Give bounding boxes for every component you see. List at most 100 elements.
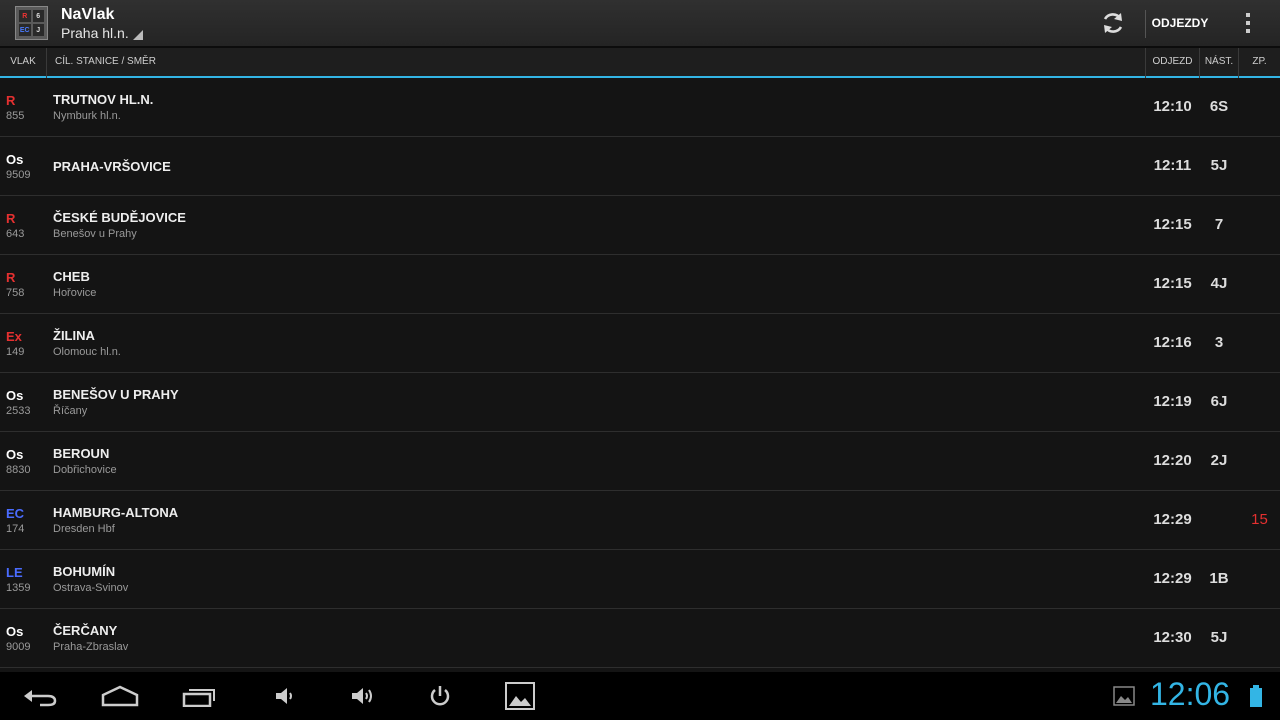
via-station: Říčany <box>53 405 88 417</box>
train-number: 174 <box>6 523 25 535</box>
screenshot-button[interactable] <box>500 680 540 712</box>
train-number: 855 <box>6 110 25 122</box>
column-train[interactable]: VLAK <box>0 48 46 76</box>
delay-minutes <box>1239 432 1280 490</box>
destination-station: BEROUN <box>53 446 110 461</box>
overflow-menu-icon[interactable] <box>1232 0 1264 46</box>
app-logo-letter: J <box>32 24 44 36</box>
volume-down-button[interactable] <box>264 680 304 712</box>
delay-minutes <box>1239 314 1280 372</box>
departure-time: 12:29 <box>1153 570 1192 587</box>
platform: 5J <box>1210 629 1228 646</box>
app-logo-icon[interactable]: R 6 EC J <box>15 6 48 40</box>
platform <box>1200 491 1238 549</box>
train-number: 9509 <box>6 169 31 181</box>
dropdown-triangle-icon <box>132 30 143 40</box>
departure-time: 12:30 <box>1153 629 1192 646</box>
via-station: Dobřichovice <box>53 464 117 476</box>
volume-down-icon <box>276 688 292 704</box>
departure-row[interactable]: LE 1359 BOHUMÍN Ostrava-Svinov 12:29 1B <box>0 550 1280 609</box>
train-type: R <box>6 93 16 108</box>
departure-row[interactable]: R 855 TRUTNOV HL.N. Nymburk hl.n. 12:10 6S <box>0 78 1280 137</box>
column-destination[interactable]: CÍL. STANICE / SMĚR <box>55 48 156 76</box>
platform: 2J <box>1210 452 1228 469</box>
departure-row[interactable]: Os 8830 BEROUN Dobřichovice 12:20 2J <box>0 432 1280 491</box>
destination-station: BENEŠOV U PRAHY <box>53 387 179 402</box>
back-icon <box>24 690 57 707</box>
departure-time: 12:29 <box>1153 511 1192 528</box>
departure-row[interactable]: Os 9009 ČERČANY Praha-Zbraslav 12:30 5J <box>0 609 1280 668</box>
delay-minutes <box>1239 196 1280 254</box>
via-station: Praha-Zbraslav <box>53 641 129 653</box>
departures-mode-button[interactable]: ODJEZDY <box>1146 0 1214 46</box>
train-number: 1359 <box>6 582 31 594</box>
departure-row[interactable]: EC 174 HAMBURG-ALTONA Dresden Hbf 12:29 15 <box>0 491 1280 550</box>
train-number: 758 <box>6 287 25 299</box>
departure-time: 12:15 <box>1153 216 1192 233</box>
train-type: Os <box>6 447 24 462</box>
train-type: R <box>6 211 16 226</box>
train-type: Os <box>6 152 24 167</box>
station-dropdown[interactable]: Praha hl.n. <box>61 25 143 41</box>
platform: 3 <box>1214 334 1224 351</box>
app-logo-letter: 6 <box>32 10 44 22</box>
gallery-notification[interactable] <box>1104 680 1144 712</box>
departures-list[interactable]: R 855 TRUTNOV HL.N. Nymburk hl.n. 12:10 6S Os 9… <box>0 78 1280 668</box>
column-header: VLAK CÍL. STANICE / SMĚR ODJEZD NÁST. ZP… <box>0 48 1280 78</box>
destination-station: ČESKÉ BUDĚJOVICE <box>53 210 186 225</box>
train-type: EC <box>6 506 25 521</box>
train-type: Os <box>6 624 24 639</box>
destination-station: CHEB <box>53 269 90 284</box>
delay-minutes: 15 <box>1251 511 1268 528</box>
home-button[interactable] <box>100 680 140 712</box>
platform: 7 <box>1214 216 1224 233</box>
app-logo-letter: EC <box>19 24 31 36</box>
action-bar: R 6 EC J NaVlak Praha hl.n. ODJEZDY <box>0 0 1280 48</box>
train-type: LE <box>6 565 23 580</box>
departure-row[interactable]: R 643 ČESKÉ BUDĚJOVICE Benešov u Prahy 12:15… <box>0 196 1280 255</box>
delay-minutes <box>1239 550 1280 608</box>
departure-time: 12:20 <box>1153 452 1192 469</box>
destination-station: ČERČANY <box>53 623 118 638</box>
refresh-icon <box>1103 13 1123 33</box>
column-departure[interactable]: ODJEZD <box>1146 48 1199 76</box>
gallery-notification-icon <box>1113 686 1135 706</box>
screenshot-icon <box>505 682 535 710</box>
departure-row[interactable]: Ex 149 ŽILINA Olomouc hl.n. 12:16 3 <box>0 314 1280 373</box>
via-station: Hořovice <box>53 287 97 299</box>
refresh-button[interactable] <box>1092 0 1134 46</box>
departure-row[interactable]: R 758 CHEB Hořovice 12:15 4J <box>0 255 1280 314</box>
battery-indicator <box>1236 680 1276 712</box>
destination-station: TRUTNOV HL.N. <box>53 92 154 107</box>
volume-up-icon <box>352 688 372 704</box>
column-platform[interactable]: NÁST. <box>1200 48 1238 76</box>
recent-apps-button[interactable] <box>180 680 220 712</box>
train-number: 9009 <box>6 641 31 653</box>
power-icon <box>430 686 450 706</box>
delay-minutes <box>1239 137 1280 195</box>
departure-time: 12:11 <box>1153 157 1192 174</box>
departure-time: 12:19 <box>1153 393 1192 410</box>
back-button[interactable] <box>20 680 60 712</box>
delay-minutes <box>1239 609 1280 667</box>
destination-station: BOHUMÍN <box>53 564 116 579</box>
via-station: Nymburk hl.n. <box>53 110 121 122</box>
via-station: Ostrava-Svinov <box>53 582 129 594</box>
battery-icon <box>1250 685 1262 707</box>
destination-station: HAMBURG-ALTONA <box>53 505 179 520</box>
departure-row[interactable]: Os 9509 PRAHA-VRŠOVICE 12:11 5J <box>0 137 1280 196</box>
destination-station: PRAHA-VRŠOVICE <box>53 159 171 174</box>
departure-row[interactable]: Os 2533 BENEŠOV U PRAHY Říčany 12:19 6J <box>0 373 1280 432</box>
system-navigation-bar: 12:06 <box>0 672 1280 720</box>
train-type: Ex <box>6 329 22 344</box>
power-button[interactable] <box>420 680 460 712</box>
train-number: 643 <box>6 228 25 240</box>
volume-up-button[interactable] <box>342 680 382 712</box>
via-station: Dresden Hbf <box>53 523 115 535</box>
via-station: Olomouc hl.n. <box>53 346 121 358</box>
train-type: Os <box>6 388 24 403</box>
app-title: NaVlak <box>61 6 115 23</box>
platform: 4J <box>1210 275 1228 292</box>
column-delay[interactable]: ZP. <box>1239 48 1280 76</box>
status-clock: 12:06 <box>1150 676 1231 712</box>
